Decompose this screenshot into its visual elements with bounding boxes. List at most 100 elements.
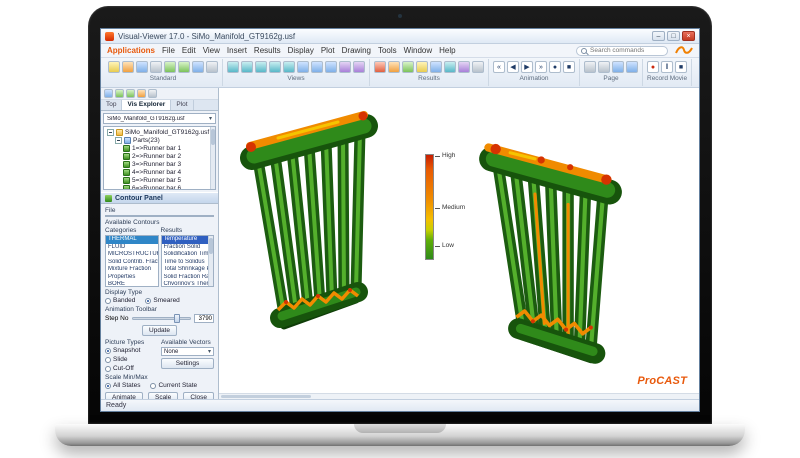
view-top-icon[interactable] [255, 61, 267, 73]
menu-insert[interactable]: Insert [227, 46, 247, 55]
tree-item[interactable]: 4=>Runner bar 4 [104, 168, 215, 176]
result-item[interactable]: Solidification Time [162, 251, 214, 259]
slider-thumb-icon[interactable] [174, 314, 180, 323]
menu-plot[interactable]: Plot [321, 46, 335, 55]
tree-item[interactable]: 1=>Runner bar 1 [104, 144, 215, 152]
menu-help[interactable]: Help [439, 46, 455, 55]
tree-scrollbar[interactable] [210, 127, 215, 189]
view-iso-icon[interactable] [227, 61, 239, 73]
category-item[interactable]: THERMAL [106, 236, 158, 244]
scrollbar-thumb[interactable] [211, 129, 215, 145]
tab-top[interactable]: Top [101, 100, 122, 110]
viewport-scrollbar[interactable] [219, 393, 699, 399]
table-icon[interactable] [472, 61, 484, 73]
anim-record-icon[interactable]: ● [549, 61, 561, 73]
search-input[interactable] [590, 47, 663, 54]
anim-prev-icon[interactable]: ◀ [507, 61, 519, 73]
pause-icon[interactable]: ‖ [661, 61, 673, 73]
category-item[interactable]: Mixture Fraction [106, 266, 158, 274]
cut-plane-icon[interactable] [402, 61, 414, 73]
model-file-combo[interactable]: SiMo_Manifold_GT9162g.usf ▾ [103, 113, 216, 124]
page-prev-icon[interactable] [612, 61, 624, 73]
anim-first-icon[interactable]: « [493, 61, 505, 73]
anim-stop-icon[interactable]: ■ [563, 61, 575, 73]
view-right-icon[interactable] [283, 61, 295, 73]
manifold-model-right[interactable] [475, 132, 625, 370]
radio-all-states[interactable]: All States [105, 382, 140, 389]
view-front-icon[interactable] [241, 61, 253, 73]
maximize-button[interactable]: □ [667, 31, 680, 41]
close-button[interactable]: × [682, 31, 695, 41]
rotate-icon[interactable] [339, 61, 351, 73]
page-layout-icon[interactable] [598, 61, 610, 73]
menu-results[interactable]: Results [254, 46, 281, 55]
results-scrollbar[interactable] [208, 236, 213, 286]
tree-item[interactable]: 3=>Runner bar 3 [104, 160, 215, 168]
menu-drawing[interactable]: Drawing [342, 46, 371, 55]
menu-file[interactable]: File [162, 46, 175, 55]
new-file-icon[interactable] [108, 61, 120, 73]
category-item[interactable]: Solid Contrib. Fraction [106, 259, 158, 267]
anim-next-icon[interactable]: » [535, 61, 547, 73]
record-dot-icon[interactable]: ● [651, 64, 655, 71]
print-icon[interactable] [150, 61, 162, 73]
stop-icon[interactable]: ■ [675, 61, 687, 73]
tab-vis-explorer[interactable]: Vis Explorer [122, 100, 171, 110]
settings-button[interactable]: Settings [161, 358, 214, 369]
tree-item[interactable]: 6=>Runner bar 6 [104, 184, 215, 190]
radio-slide[interactable]: Slide [105, 356, 157, 363]
menu-tools[interactable]: Tools [378, 46, 397, 55]
minimize-button[interactable]: – [652, 31, 665, 41]
radio-smeared[interactable]: Smeared [145, 297, 179, 304]
menu-view[interactable]: View [203, 46, 220, 55]
min-max-icon[interactable] [430, 61, 442, 73]
contour-icon[interactable] [374, 61, 386, 73]
radio-banded[interactable]: Banded [105, 297, 135, 304]
result-item[interactable]: Fraction Solid [162, 244, 214, 252]
zoom-out-icon[interactable] [325, 61, 337, 73]
view-left-icon[interactable] [269, 61, 281, 73]
vectors-dropdown[interactable]: None ▾ [161, 347, 214, 356]
category-item[interactable]: MICROSTRUCTURE [106, 251, 158, 259]
close-panel-button[interactable]: Close [183, 392, 214, 399]
explorer-filter-icon[interactable] [137, 89, 146, 98]
vector-icon[interactable] [388, 61, 400, 73]
manifold-model-left[interactable] [233, 104, 383, 354]
result-item[interactable]: Solid Fraction Rate [162, 274, 214, 282]
menu-window[interactable]: Window [404, 46, 432, 55]
category-item[interactable]: Properties [106, 274, 158, 282]
category-item[interactable]: BORE [106, 281, 158, 287]
tree-expander-icon[interactable] [107, 129, 114, 136]
tree-item[interactable]: Parts(23) [104, 136, 215, 144]
result-item[interactable]: Time to Solidus [162, 259, 214, 267]
zoom-fit-icon[interactable] [297, 61, 309, 73]
tab-plot[interactable]: Plot [171, 100, 193, 110]
chart-icon[interactable] [458, 61, 470, 73]
copy-icon[interactable] [192, 61, 204, 73]
explorer-expand-icon[interactable] [115, 89, 124, 98]
step-slider[interactable] [132, 317, 192, 320]
menu-display[interactable]: Display [288, 46, 314, 55]
radio-cut-off[interactable]: Cut-Off [105, 365, 157, 372]
explorer-refresh-icon[interactable] [104, 89, 113, 98]
search-box[interactable] [576, 46, 668, 56]
undo-icon[interactable] [164, 61, 176, 73]
pan-icon[interactable] [353, 61, 365, 73]
tree-expander-icon[interactable] [115, 137, 122, 144]
zoom-in-icon[interactable] [311, 61, 323, 73]
page-new-icon[interactable] [584, 61, 596, 73]
radio-current-state[interactable]: Current State [150, 382, 197, 389]
result-item[interactable]: Chvorinov's Thermal Modulus [162, 281, 214, 287]
settings-icon[interactable] [206, 61, 218, 73]
probe-icon[interactable] [416, 61, 428, 73]
category-item[interactable]: FLUID [106, 244, 158, 252]
tree-item[interactable]: SiMo_Manifold_GT9162g.usf [104, 128, 215, 136]
explorer-pin-icon[interactable] [148, 89, 157, 98]
redo-icon[interactable] [178, 61, 190, 73]
menu-edit[interactable]: Edit [182, 46, 196, 55]
menu-applications[interactable]: Applications [107, 46, 155, 55]
animate-button[interactable]: Animate [105, 392, 143, 399]
scale-button[interactable]: Scale [148, 392, 178, 399]
save-icon[interactable] [136, 61, 148, 73]
open-icon[interactable] [122, 61, 134, 73]
